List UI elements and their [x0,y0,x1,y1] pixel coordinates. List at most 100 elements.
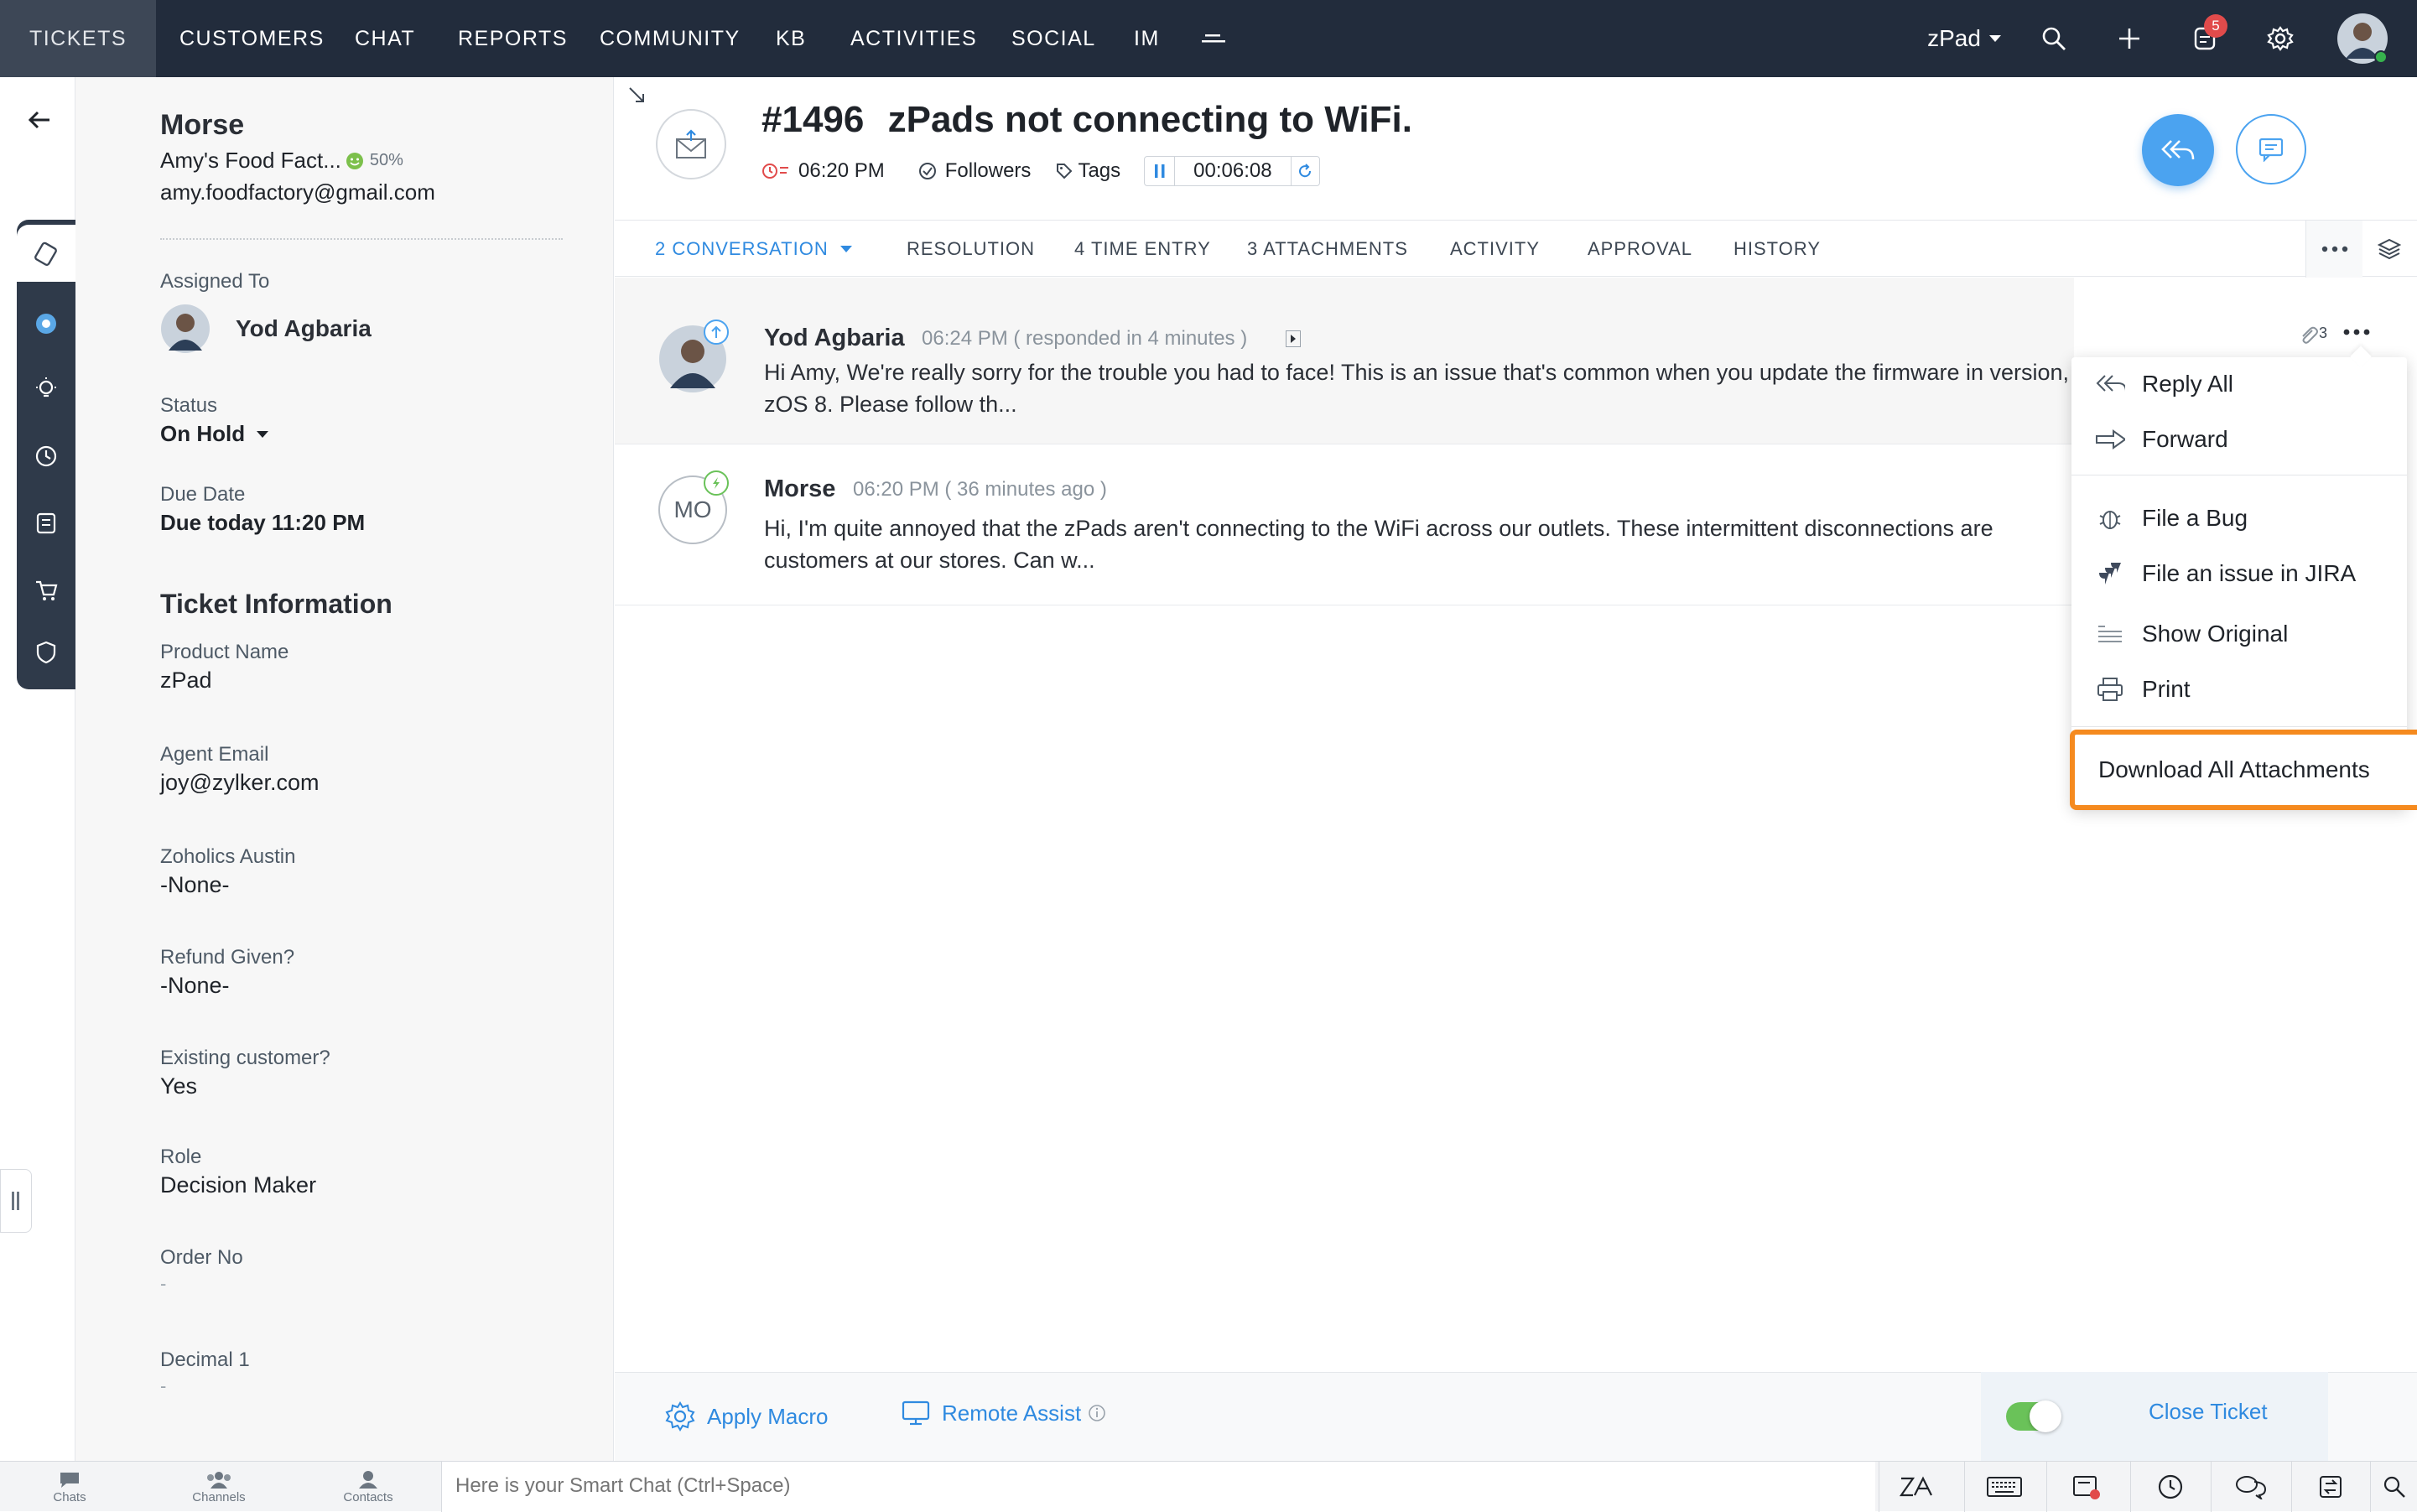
keyboard-icon[interactable] [1964,1462,2043,1512]
switch-window-icon[interactable] [2291,1462,2370,1512]
comment-icon [2258,138,2284,162]
add-icon[interactable] [2108,0,2150,77]
comment-button[interactable] [2236,114,2306,184]
assignee-row[interactable]: Yod Agbaria [160,304,372,354]
status-dropdown[interactable]: On Hold [160,421,269,447]
menu-item-file-jira[interactable]: File an issue in JIRA [2071,547,2407,600]
department-selector[interactable]: zPad [1914,0,2014,77]
attachment-indicator[interactable]: 3 [2297,325,2327,346]
followers-button[interactable]: Followers [945,159,1032,183]
agent-email-label: Agent Email [160,743,269,766]
zoholics-austin-value[interactable]: -None- [160,872,230,898]
search-icon[interactable] [2370,1462,2417,1512]
nav-tab-tickets[interactable]: TICKETS [0,0,156,77]
nav-tab-im[interactable]: IM [1134,0,1160,77]
ticket-properties-panel: Morse Amy's Food Fact... 50% amy.foodfac… [75,77,614,1461]
forward-arrow-icon [2095,429,2125,449]
notifications-icon[interactable] [2184,0,2226,77]
search-icon[interactable] [2033,0,2075,77]
channels-label: Channels [192,1489,246,1504]
tab-conversation[interactable]: 2 CONVERSATION [655,221,852,278]
menu-item-show-original[interactable]: Show Original [2071,607,2407,661]
recording-icon[interactable] [2046,1462,2125,1512]
expand-caret-icon[interactable] [1286,330,1301,347]
kb-article-icon[interactable] [17,495,75,552]
ticket-meta-row: 06:20 PM Followers Tags 00:06:08 [761,156,1320,186]
close-ticket-button[interactable]: Close Ticket [2149,1399,2268,1425]
tab-approval[interactable]: APPROVAL [1588,221,1692,278]
reset-timer-icon[interactable] [1290,157,1319,185]
channels-button[interactable]: Channels [183,1462,255,1512]
contacts-button[interactable]: Contacts [332,1462,404,1512]
menu-label: File a Bug [2142,505,2248,531]
nav-tab-activities[interactable]: ACTIVITIES [850,0,977,77]
notification-badge: 5 [2204,14,2227,38]
order-no-value[interactable]: - [160,1273,166,1295]
product-name-value[interactable]: zPad [160,668,212,694]
ticket-properties-icon[interactable] [17,225,75,282]
contact-email[interactable]: amy.foodfactory@gmail.com [160,179,435,205]
reply-all-icon [2161,140,2195,160]
tab-attachments[interactable]: 3 ATTACHMENTS [1247,221,1408,278]
tab-history[interactable]: HISTORY [1733,221,1821,278]
account-name[interactable]: Amy's Food Fact... [160,148,341,174]
due-date-value[interactable]: Due today 11:20 PM [160,510,365,536]
clock-icon[interactable] [2130,1462,2209,1512]
layers-icon[interactable] [2364,221,2414,278]
history-icon[interactable] [17,428,75,485]
bulb-icon[interactable] [17,361,75,418]
menu-item-print[interactable]: Print [2071,662,2407,716]
tags-button[interactable]: Tags [1078,159,1120,183]
nav-tab-reports[interactable]: REPORTS [458,0,568,77]
security-shield-icon[interactable] [17,624,75,681]
contact-name[interactable]: Morse [160,109,244,142]
panel-toggle-handle[interactable] [0,1169,32,1233]
thread-body: Hi, I'm quite annoyed that the zPads are… [764,516,1993,573]
assignee-avatar [161,304,210,353]
info-icon[interactable] [1088,1404,1106,1422]
nav-tab-social[interactable]: SOCIAL [1011,0,1096,77]
menu-label: Download All Attachments [2098,756,2370,782]
back-arrow-icon[interactable] [18,99,60,141]
settings-gear-icon[interactable] [2259,0,2301,77]
menu-item-file-bug[interactable]: File a Bug [2071,491,2407,545]
tab-activity[interactable]: ACTIVITY [1450,221,1540,278]
menu-item-forward[interactable]: Forward [2071,413,2407,466]
more-tabs-icon[interactable] [1198,0,1231,77]
zia-logo-icon[interactable] [1879,1462,1957,1512]
ticket-title: #1496 zPads not connecting to WiFi. [761,99,1412,141]
user-avatar[interactable] [2333,0,2392,77]
decimal-1-value[interactable]: - [160,1375,166,1397]
more-tabs-ellipsis-icon[interactable] [2305,221,2362,278]
nav-tab-community[interactable]: COMMUNITY [600,0,741,77]
pause-icon[interactable] [1145,157,1176,185]
cart-icon[interactable] [17,562,75,619]
tab-time-entry[interactable]: 4 TIME ENTRY [1074,221,1211,278]
menu-item-reply-all[interactable]: Reply All [2071,357,2407,411]
ticket-subject[interactable]: zPads not connecting to WiFi. [888,99,1412,140]
nav-tab-chat[interactable]: CHAT [355,0,415,77]
apply-macro-button[interactable]: Apply Macro [663,1400,829,1433]
nav-tab-kb[interactable]: KB [776,0,806,77]
role-value[interactable]: Decision Maker [160,1172,316,1198]
assignee-name: Yod Agbaria [236,315,372,341]
chats-button[interactable]: Chats [34,1462,106,1512]
collapse-arrows-icon[interactable] [627,86,646,104]
nav-tab-customers[interactable]: CUSTOMERS [179,0,325,77]
reply-all-icon [2095,373,2125,395]
reply-all-fab[interactable] [2142,114,2214,186]
thread-item-incoming[interactable]: MO Morse 06:20 PM ( 36 minutes ago ) Hi,… [615,445,2074,605]
remote-assist-button[interactable]: Remote Assist [902,1400,1106,1426]
agent-email-value[interactable]: joy@zylker.com [160,770,319,796]
menu-item-download-all-attachments[interactable]: Download All Attachments [2070,730,2417,810]
thread-more-ellipsis-icon[interactable] [2342,328,2371,336]
refund-given-value[interactable]: -None- [160,973,230,999]
tab-resolution[interactable]: RESOLUTION [907,221,1035,278]
smart-chat-input[interactable] [442,1462,1875,1510]
existing-customer-value[interactable]: Yes [160,1073,197,1099]
thread-meta: 06:24 PM ( responded in 4 minutes ) [922,327,1248,350]
toggle-switch[interactable] [2006,1400,2061,1432]
conversations-icon[interactable] [2211,1462,2290,1512]
thread-item-reply[interactable]: Yod Agbaria 06:24 PM ( responded in 4 mi… [615,278,2370,444]
zia-icon[interactable] [17,295,75,352]
